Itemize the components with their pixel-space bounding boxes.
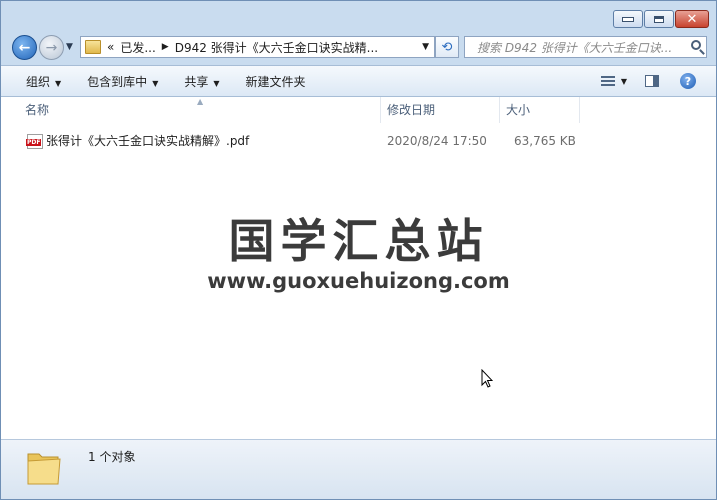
include-in-library-label: 包含到库中 bbox=[87, 74, 148, 89]
help-icon[interactable]: ? bbox=[680, 73, 696, 89]
refresh-button[interactable]: ⟲ bbox=[435, 36, 459, 58]
watermark-url: www.guoxuehuizong.com bbox=[207, 269, 510, 293]
address-bar[interactable]: « 已发... ▶ D942 张得计《大六壬金口诀实战精... ▼ bbox=[80, 36, 435, 58]
maximize-icon bbox=[654, 15, 664, 23]
close-icon: ✕ bbox=[686, 11, 698, 27]
column-header-name[interactable]: 名称 bbox=[19, 97, 381, 123]
chevron-down-icon: ▼ bbox=[55, 78, 62, 88]
forward-arrow-icon: → bbox=[45, 39, 58, 56]
view-options-dropdown-icon[interactable]: ▼ bbox=[621, 77, 627, 86]
folder-icon bbox=[85, 40, 101, 54]
include-in-library-menu[interactable]: 包含到库中 ▼ bbox=[87, 73, 158, 90]
details-pane: 1 个对象 bbox=[1, 439, 716, 499]
new-folder-button[interactable]: 新建文件夹 bbox=[246, 73, 306, 90]
chevron-down-icon: ▼ bbox=[213, 78, 220, 88]
new-folder-label: 新建文件夹 bbox=[245, 74, 306, 89]
item-count: 1 个对象 bbox=[88, 450, 136, 464]
minimize-button[interactable] bbox=[613, 10, 643, 28]
search-icon[interactable] bbox=[691, 40, 701, 50]
organize-label: 组织 bbox=[26, 74, 51, 89]
organize-menu[interactable]: 组织 ▼ bbox=[26, 73, 61, 90]
back-arrow-icon: ← bbox=[18, 39, 31, 56]
folder-icon bbox=[27, 453, 61, 485]
column-header-modified[interactable]: 修改日期 bbox=[381, 97, 500, 123]
file-name: 张得计《大六壬金口诀实战精解》.pdf bbox=[46, 134, 250, 148]
column-header-row: ▲ 名称 修改日期 大小 bbox=[1, 97, 716, 123]
breadcrumb-segment[interactable]: 已发... bbox=[120, 39, 155, 56]
maximize-button[interactable] bbox=[644, 10, 674, 28]
file-list: ▲ 名称 修改日期 大小 PDF 张得计《大六壬金口诀实战精解》.pdf 202… bbox=[1, 97, 716, 439]
breadcrumb-overflow[interactable]: « bbox=[107, 40, 114, 54]
share-label: 共享 bbox=[184, 74, 209, 89]
recent-pages-dropdown[interactable]: ▼ bbox=[66, 42, 73, 52]
search-placeholder: 搜索 D942 张得计《大六壬金口诀... bbox=[477, 40, 673, 55]
refresh-icon: ⟲ bbox=[441, 39, 453, 55]
search-input[interactable]: 搜索 D942 张得计《大六壬金口诀... bbox=[464, 36, 707, 58]
explorer-window: ✕ ← → ▼ « 已发... ▶ D942 张得计《大六壬金口诀实战精... … bbox=[0, 0, 717, 500]
minimize-icon bbox=[622, 16, 634, 22]
command-bar: 组织 ▼ 包含到库中 ▼ 共享 ▼ 新建文件夹 ▼ ? bbox=[1, 65, 716, 97]
share-menu[interactable]: 共享 ▼ bbox=[184, 73, 219, 90]
close-button[interactable]: ✕ bbox=[675, 10, 709, 28]
watermark-title: 国学汇总站 bbox=[228, 214, 489, 268]
file-row[interactable]: PDF 张得计《大六壬金口诀实战精解》.pdf 2020/8/24 17:50 … bbox=[1, 130, 716, 152]
file-modified: 2020/8/24 17:50 bbox=[387, 134, 487, 148]
pdf-icon: PDF bbox=[26, 134, 43, 149]
forward-button[interactable]: → bbox=[39, 35, 64, 60]
breadcrumb-current[interactable]: D942 张得计《大六壬金口诀实战精... bbox=[175, 39, 378, 56]
file-size: 63,765 KB bbox=[514, 134, 576, 148]
back-button[interactable]: ← bbox=[12, 35, 37, 60]
chevron-down-icon: ▼ bbox=[152, 78, 159, 88]
preview-pane-icon[interactable] bbox=[645, 75, 659, 87]
column-header-size[interactable]: 大小 bbox=[500, 97, 580, 123]
change-view-icon[interactable] bbox=[600, 75, 615, 87]
address-dropdown-icon[interactable]: ▼ bbox=[422, 42, 429, 52]
toolbar-right: ▼ ? bbox=[600, 66, 716, 96]
caption-buttons: ✕ bbox=[613, 10, 709, 28]
breadcrumb-arrow-icon[interactable]: ▶ bbox=[162, 42, 169, 52]
